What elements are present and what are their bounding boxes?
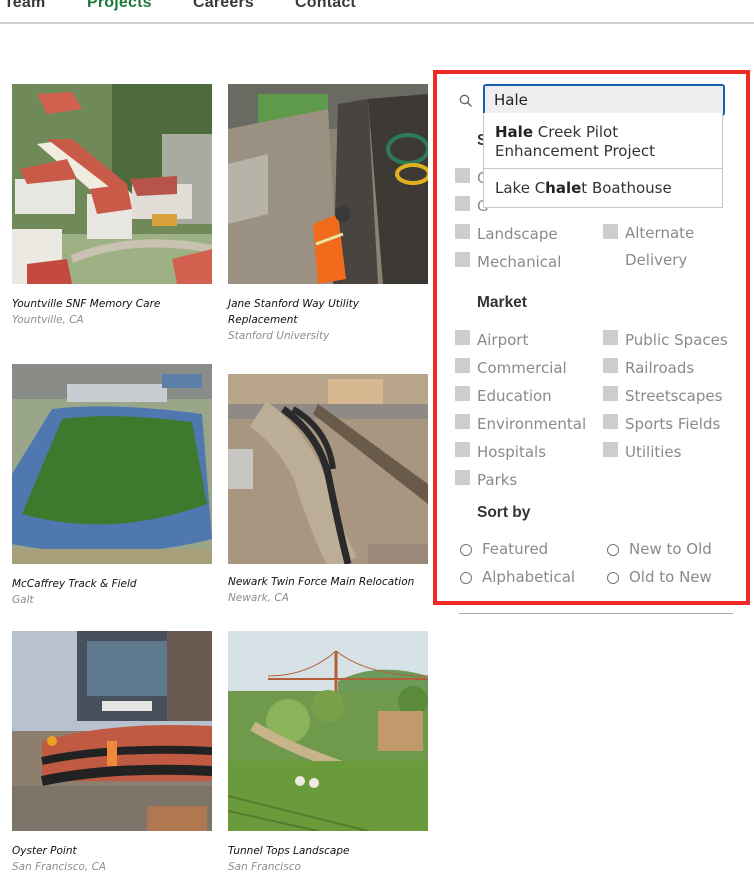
- filter-option-label: Railroads: [625, 359, 695, 377]
- checkbox[interactable]: [603, 386, 618, 401]
- checkbox[interactable]: [603, 330, 618, 345]
- sort-option-label: Alphabetical: [482, 568, 576, 586]
- sort-option-label: Old to New: [629, 568, 712, 586]
- project-title[interactable]: Newark Twin Force Main Relocation: [228, 574, 428, 590]
- filter-option-label: Landscape: [477, 225, 558, 243]
- filter-option-label: Education: [477, 387, 552, 405]
- project-image[interactable]: [228, 374, 428, 564]
- search-autocomplete-dropdown: Hale Creek Pilot Enhancement Project Lak…: [483, 113, 723, 208]
- radio-button[interactable]: [460, 572, 472, 584]
- autocomplete-text: Lake C: [495, 179, 546, 197]
- checkbox[interactable]: [455, 168, 470, 183]
- project-location: Newark, CA: [228, 592, 289, 604]
- project-card[interactable]: McCaffrey Track & Field Galt: [12, 364, 212, 608]
- search-icon: [459, 94, 472, 107]
- project-location: Yountville, CA: [12, 314, 84, 326]
- checkbox[interactable]: [455, 386, 470, 401]
- nav-projects[interactable]: Projects: [87, 0, 152, 12]
- project-card[interactable]: Yountville SNF Memory Care Yountville, C…: [12, 84, 212, 328]
- autocomplete-text: t Boathouse: [581, 179, 672, 197]
- project-card[interactable]: Oyster Point San Francisco, CA: [12, 631, 212, 873]
- sort-section-title: Sort by: [477, 504, 531, 521]
- divider: [459, 613, 733, 614]
- checkbox[interactable]: [455, 330, 470, 345]
- project-location: San Francisco: [228, 861, 301, 873]
- market-section-title: Market: [477, 294, 527, 311]
- checkbox[interactable]: [603, 224, 618, 239]
- nav-contact[interactable]: Contact: [295, 0, 356, 12]
- project-image[interactable]: [12, 84, 212, 284]
- checkbox[interactable]: [455, 442, 470, 457]
- radio-button[interactable]: [607, 572, 619, 584]
- project-card[interactable]: Jane Stanford Way Utility Replacement St…: [228, 84, 428, 344]
- autocomplete-match: hale: [545, 179, 582, 197]
- autocomplete-match: Hale: [495, 123, 533, 141]
- project-location: Galt: [12, 594, 34, 606]
- project-card[interactable]: Newark Twin Force Main Relocation Newark…: [228, 374, 428, 606]
- autocomplete-item[interactable]: Lake Chalet Boathouse: [484, 168, 722, 207]
- checkbox[interactable]: [603, 414, 618, 429]
- filter-option-label: Streetscapes: [625, 387, 723, 405]
- filter-option-label: Utilities: [625, 443, 682, 461]
- project-location: Stanford University: [228, 330, 330, 342]
- nav-team[interactable]: Team: [4, 0, 45, 12]
- project-title[interactable]: Tunnel Tops Landscape: [228, 843, 428, 859]
- filter-option-label: Public Spaces: [625, 331, 728, 349]
- checkbox[interactable]: [455, 224, 470, 239]
- project-title[interactable]: McCaffrey Track & Field: [12, 576, 212, 592]
- filter-option-label: Sports Fields: [625, 415, 721, 433]
- filter-option-label: Airport: [477, 331, 529, 349]
- checkbox[interactable]: [455, 196, 470, 211]
- radio-button[interactable]: [460, 544, 472, 556]
- filter-option-label: Environmental: [477, 415, 587, 433]
- checkbox[interactable]: [455, 358, 470, 373]
- filter-option-label: Alternate Delivery: [625, 224, 695, 269]
- filter-option-label: Hospitals: [477, 443, 547, 461]
- project-title[interactable]: Jane Stanford Way Utility Replacement: [228, 296, 428, 328]
- sort-option-label: New to Old: [629, 540, 712, 558]
- checkbox[interactable]: [455, 252, 470, 267]
- nav-careers[interactable]: Careers: [193, 0, 254, 12]
- project-search-input[interactable]: [483, 84, 725, 116]
- project-image[interactable]: [12, 364, 212, 564]
- radio-button[interactable]: [607, 544, 619, 556]
- project-title[interactable]: Oyster Point: [12, 843, 212, 859]
- project-image[interactable]: [228, 84, 428, 284]
- project-card[interactable]: Tunnel Tops Landscape San Francisco: [228, 631, 428, 873]
- checkbox[interactable]: [603, 358, 618, 373]
- project-image[interactable]: [12, 631, 212, 831]
- sort-option-label: Featured: [482, 540, 549, 558]
- filter-option-label: Commercial: [477, 359, 567, 377]
- checkbox[interactable]: [455, 414, 470, 429]
- project-title[interactable]: Yountville SNF Memory Care: [12, 296, 212, 312]
- project-location: San Francisco, CA: [12, 861, 107, 873]
- filter-option-label: Parks: [477, 471, 518, 489]
- checkbox[interactable]: [455, 470, 470, 485]
- project-image[interactable]: [228, 631, 428, 831]
- filter-option-label: Mechanical: [477, 253, 562, 271]
- main-nav: Team Projects Careers Contact: [0, 0, 754, 24]
- checkbox[interactable]: [603, 442, 618, 457]
- autocomplete-item[interactable]: Hale Creek Pilot Enhancement Project: [484, 113, 722, 168]
